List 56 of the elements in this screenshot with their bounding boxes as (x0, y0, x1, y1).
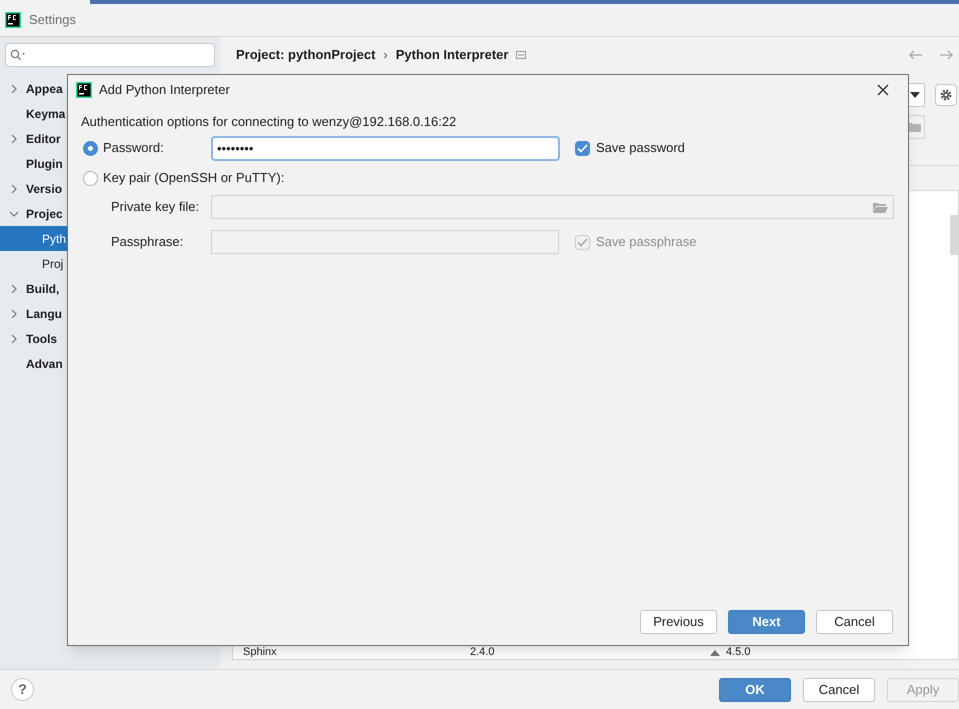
chevron-right-icon[interactable] (10, 184, 18, 192)
breadcrumb-separator-icon: › (383, 45, 388, 65)
checkbox-label[interactable]: Save password (596, 138, 685, 158)
sidebar-item[interactable]: Tools (26, 330, 58, 348)
password-field[interactable]: •••••••• (211, 136, 560, 160)
sidebar-item[interactable]: Langu (26, 304, 62, 322)
chevron-right-icon[interactable] (10, 334, 18, 342)
table-cell: 4.5.0 (726, 646, 750, 659)
close-icon[interactable] (877, 84, 889, 96)
sidebar-item[interactable]: Proj (42, 254, 64, 272)
primary-button[interactable]: OK (719, 678, 791, 702)
breadcrumb-item[interactable]: Python Interpreter (396, 45, 508, 65)
app-logo-icon (5, 12, 21, 28)
forward-arrow-icon[interactable] (939, 50, 953, 60)
dialog-subtitle: Authentication options for connecting to wenzy@192.168.0.16:22 (81, 113, 458, 130)
chevron-right-icon[interactable] (10, 310, 18, 318)
help-button[interactable]: ? (11, 678, 34, 701)
table-cell-text: 2.4.0 (470, 646, 496, 659)
sidebar-item[interactable]: Versio (26, 180, 62, 198)
settings-icon (939, 88, 953, 102)
sidebar-item[interactable]: Appea (26, 80, 63, 98)
dialog-title: Add Python Interpreter (99, 80, 230, 99)
page-icon (516, 51, 526, 59)
radio-button[interactable] (83, 140, 98, 156)
dialog-button[interactable]: Previous (640, 610, 717, 634)
chevron-right-icon[interactable] (10, 84, 18, 92)
sidebar-item[interactable]: Advan (26, 354, 63, 372)
field-label: Passphrase: (111, 233, 184, 252)
chevron-down-icon[interactable] (10, 210, 18, 218)
sidebar-item[interactable]: Build, (26, 280, 60, 298)
breadcrumb-item[interactable]: Project: pythonProject (236, 45, 376, 65)
sidebar-item[interactable]: Editor (26, 130, 61, 148)
radio-label[interactable]: Password: (103, 138, 164, 158)
caret-icon (910, 92, 920, 98)
sidebar-item[interactable]: Projec (26, 204, 63, 222)
dialog-button[interactable]: Cancel (816, 610, 893, 634)
radio-button[interactable] (83, 170, 98, 186)
primary-button[interactable]: Next (728, 610, 805, 634)
app-logo-icon (76, 82, 92, 98)
scrollbar[interactable] (950, 215, 958, 255)
sidebar-item[interactable]: Pyth (42, 230, 66, 248)
search-field[interactable] (5, 43, 215, 67)
chevron-right-icon[interactable] (10, 134, 18, 142)
dialog-button[interactable]: Cancel (803, 678, 875, 702)
settings-button[interactable] (935, 84, 957, 106)
search-icon (10, 49, 26, 61)
checkbox[interactable] (575, 140, 590, 156)
chevron-right-icon[interactable] (10, 284, 18, 292)
radio-label[interactable]: Key pair (OpenSSH or PuTTY): (103, 168, 284, 188)
sidebar-item[interactable]: Keyma (26, 104, 66, 122)
sidebar-item[interactable]: Plugin (26, 154, 63, 172)
upgrade-arrow-icon (710, 650, 720, 656)
table-cell-text: Sphinx (242, 646, 278, 659)
window-title: Settings (29, 11, 76, 30)
back-arrow-icon[interactable] (909, 50, 923, 60)
field-label: Private key file: (111, 198, 200, 216)
